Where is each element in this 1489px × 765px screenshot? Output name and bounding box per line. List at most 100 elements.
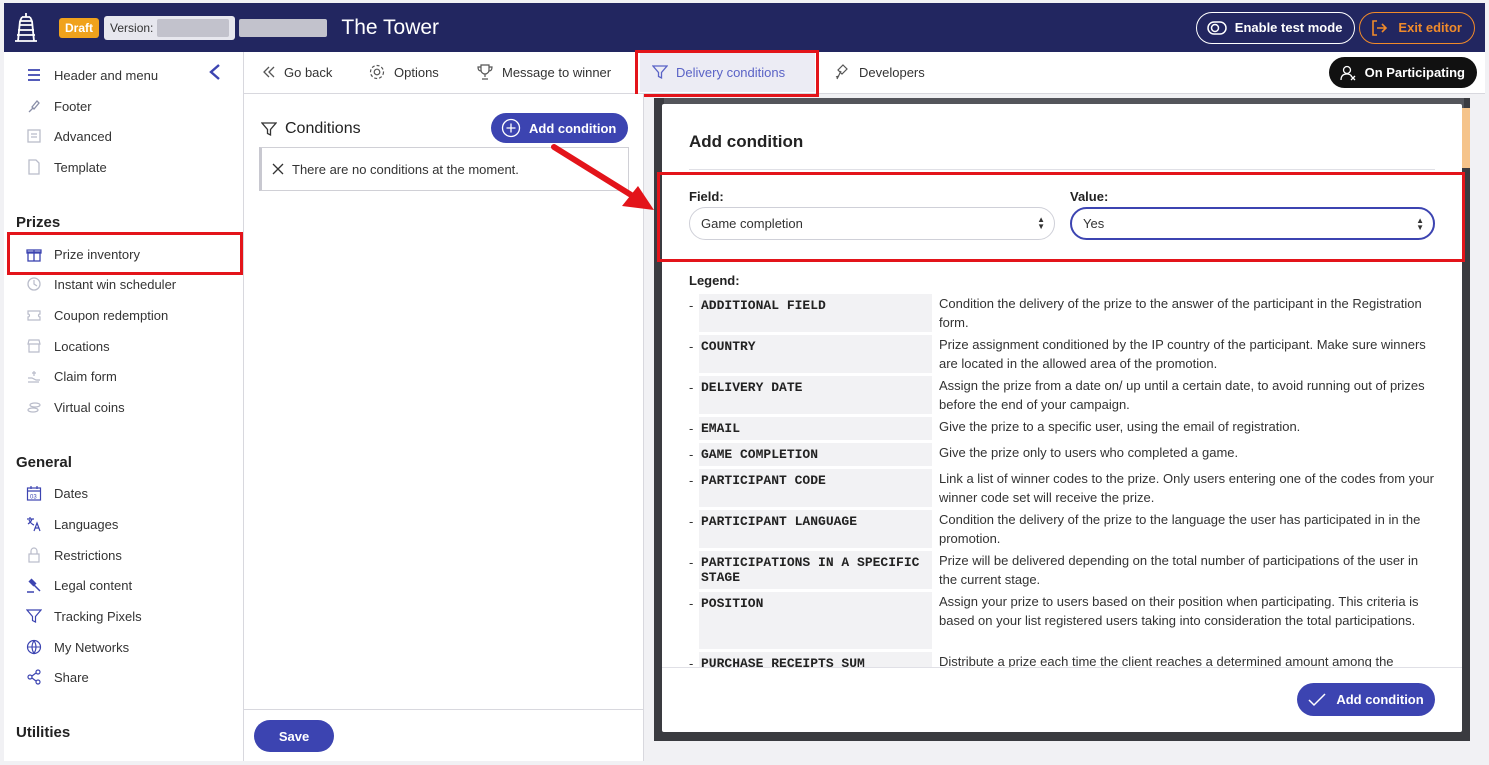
page-title: The Tower (341, 15, 440, 39)
legend-key: GAME COMPLETION (699, 443, 932, 466)
empty-message-text: There are no conditions at the moment. (292, 161, 519, 177)
add-condition-button[interactable]: Add condition (491, 113, 629, 143)
globe-icon (23, 639, 45, 655)
legend-row: - PARTICIPATIONS IN A SPECIFIC STAGE Prize… (689, 551, 1437, 589)
store-icon (23, 338, 45, 354)
gift-icon (23, 246, 45, 262)
calendar-icon: 03 (23, 485, 45, 501)
eye-toggle-icon (1207, 20, 1227, 35)
top-bar: Draft Version: The Tower Enable test mod… (4, 3, 1485, 52)
add-condition-label: Add condition (529, 120, 617, 136)
sidebar-item-languages[interactable]: Languages (4, 510, 240, 538)
sidebar-item-my-networks[interactable]: My Networks (4, 633, 240, 661)
submit-add-condition-button[interactable]: Add condition (1297, 683, 1435, 716)
legend-row: - PARTICIPANT LANGUAGE Condition the deliv… (689, 510, 1437, 548)
clock-icon (23, 276, 45, 292)
version-redacted (157, 18, 230, 37)
sidebar-item-label: Virtual coins (54, 399, 125, 415)
legend-desc: Give the prize only to users who complet… (939, 445, 1239, 460)
legend-key: DELIVERY DATE (699, 376, 932, 414)
legend-desc: Assign the prize from a date on/ up unti… (939, 378, 1425, 412)
sidebar-item-advanced[interactable]: Advanced (4, 122, 240, 150)
tab-developers-label: Developers (859, 64, 925, 80)
sidebar-item-dates[interactable]: 03 Dates (4, 479, 240, 507)
sidebar-item-template[interactable]: Template (4, 153, 240, 181)
version-label: Version: (110, 20, 154, 35)
legend-desc: Link a list of winner codes to the prize… (939, 471, 1434, 505)
value-label: Value: (1070, 189, 1109, 204)
legend-key: PARTICIPANT LANGUAGE (699, 510, 932, 548)
hand-icon (23, 368, 45, 384)
legend-row: - POSITION Assign your prize to users base… (689, 592, 1437, 649)
close-icon (272, 163, 284, 175)
sidebar-item-instant-win-scheduler[interactable]: Instant win scheduler (4, 270, 240, 298)
version-badge: Version: (104, 15, 236, 40)
legend-key: PARTICIPANT CODE (699, 469, 932, 507)
sidebar-item-virtual-coins[interactable]: Virtual coins (4, 393, 240, 421)
double-chevron-left-icon (263, 66, 275, 78)
modal-footer-divider (662, 667, 1462, 668)
legend-desc: Condition the delivery of the prize to t… (939, 512, 1421, 546)
tab-developers[interactable]: Developers (833, 52, 925, 92)
tabs-bar: Go back Options Message to winner Delive… (244, 52, 1485, 94)
sidebar-item-label: Tracking Pixels (54, 608, 142, 624)
conditions-title: Conditions (261, 120, 361, 138)
sidebar-item-locations[interactable]: Locations (4, 332, 240, 360)
legend-key: COUNTRY (699, 335, 932, 373)
share-icon (23, 669, 45, 685)
sidebar-item-coupon-redemption[interactable]: Coupon redemption (4, 301, 240, 329)
legend-row: - EMAIL Give the prize to a specific user,… (689, 417, 1437, 440)
sidebar-item-legal-content[interactable]: Legal content (4, 571, 240, 599)
conditions-title-label: Conditions (285, 120, 361, 137)
legend-row: - GAME COMPLETION Give the prize only to u… (689, 443, 1437, 466)
sidebar-item-label: Share (54, 669, 89, 685)
svg-text:03: 03 (30, 495, 37, 501)
legend-desc: Prize assignment conditioned by the IP c… (939, 337, 1426, 371)
go-back-label: Go back (284, 64, 333, 80)
legend-list[interactable]: - ADDITIONAL FIELD Condition the delivery … (689, 294, 1437, 668)
legend-desc: Give the prize to a specific user, using… (939, 419, 1301, 434)
on-participating-label: On Participating (1364, 65, 1465, 80)
legend-key: PARTICIPATIONS IN A SPECIFIC STAGE (699, 551, 932, 589)
sidebar-item-label: Advanced (54, 128, 112, 144)
modal-header-divider (689, 169, 1435, 170)
lock-icon (23, 547, 45, 563)
tab-message-to-winner-label: Message to winner (502, 64, 612, 80)
coupon-icon (23, 307, 45, 323)
tab-options[interactable]: Options (368, 52, 439, 92)
legend-row: - PARTICIPANT CODE Link a list of winner c… (689, 469, 1437, 507)
sidebar-item-header-and-menu[interactable]: Header and menu (4, 61, 240, 89)
tower-logo-icon[interactable] (4, 3, 48, 52)
tab-delivery-conditions[interactable]: Delivery conditions (640, 52, 815, 92)
preview-side-strip (1462, 108, 1470, 168)
sidebar-item-claim-form[interactable]: Claim form (4, 362, 240, 390)
submit-add-condition-label: Add condition (1336, 692, 1424, 707)
tab-delivery-conditions-label: Delivery conditions (676, 64, 786, 80)
exit-editor-button[interactable]: Exit editor (1359, 11, 1475, 44)
sidebar-item-prize-inventory[interactable]: Prize inventory (4, 240, 240, 268)
value-select[interactable]: Yes ▲ ▼ (1070, 207, 1435, 240)
tab-message-to-winner[interactable]: Message to winner (476, 52, 611, 92)
sidebar-item-restrictions[interactable]: Restrictions (4, 541, 240, 569)
filter-icon (652, 65, 668, 80)
coins-icon (23, 399, 45, 415)
gear-icon (369, 64, 385, 80)
filter-icon (261, 122, 277, 137)
annotation-arrow-icon (551, 144, 654, 210)
enable-test-mode-button[interactable]: Enable test mode (1195, 11, 1356, 44)
select-arrows-icon: ▲ ▼ (1416, 216, 1424, 232)
save-button[interactable]: Save (254, 720, 334, 752)
on-participating-button[interactable]: On Participating (1328, 57, 1477, 88)
sidebar-item-share[interactable]: Share (4, 663, 240, 691)
sidebar-item-label: Legal content (54, 577, 133, 593)
go-back-button[interactable]: Go back (262, 52, 332, 92)
sidebar-item-footer[interactable]: Footer (4, 92, 240, 120)
legend-row: - DELIVERY DATE Assign the prize from a da… (689, 376, 1437, 414)
value-select-value: Yes (1083, 216, 1105, 231)
plus-circle-icon (501, 118, 521, 138)
sidebar-item-label: Claim form (54, 368, 117, 384)
field-select[interactable]: Game completion ▲ ▼ (689, 207, 1055, 240)
sidebar-item-label: My Networks (54, 639, 130, 655)
sidebar-item-tracking-pixels[interactable]: Tracking Pixels (4, 602, 240, 630)
checkmark-icon (1308, 692, 1326, 706)
